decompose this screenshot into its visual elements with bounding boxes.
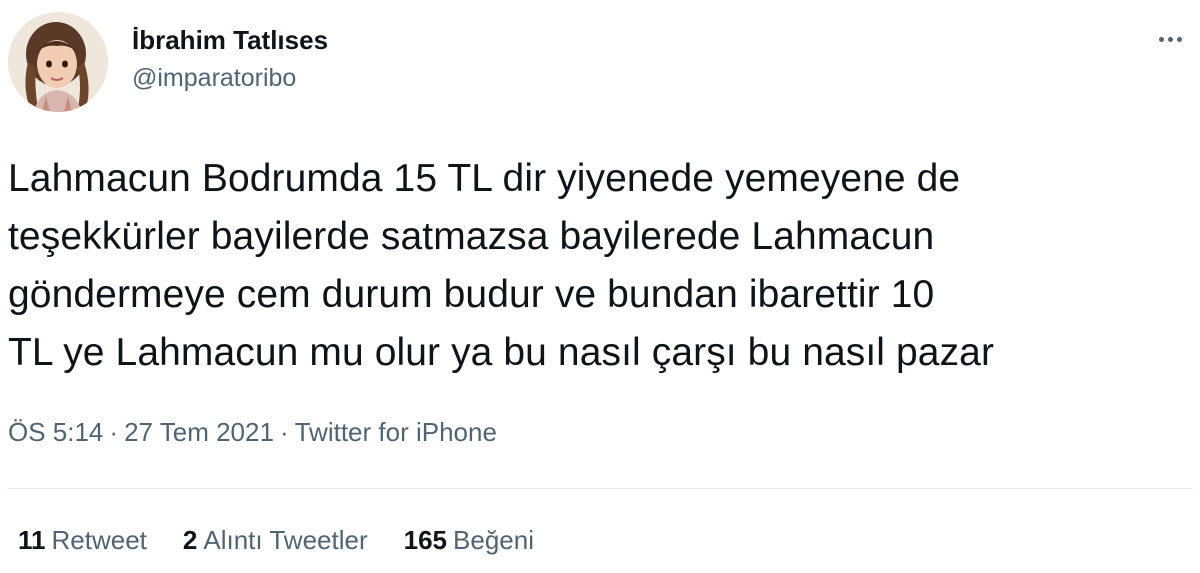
likes-label: Beğeni xyxy=(453,525,534,555)
tweet-date[interactable]: 27 Tem 2021 xyxy=(124,417,274,447)
meta-separator: · xyxy=(279,417,289,447)
more-horizontal-icon xyxy=(1176,36,1182,42)
more-horizontal-icon xyxy=(1158,36,1164,42)
tweet-metadata: ÖS 5:14 · 27 Tem 2021 · Twitter for iPhone xyxy=(8,414,497,450)
tweet-time[interactable]: ÖS 5:14 xyxy=(8,417,103,447)
divider xyxy=(8,488,1192,489)
quote-tweets-stat[interactable]: 2 Alıntı Tweetler xyxy=(183,522,368,558)
likes-stat[interactable]: 165 Beğeni xyxy=(404,522,534,558)
quote-tweets-count: 2 xyxy=(182,525,198,555)
retweets-stat[interactable]: 11 Retweet xyxy=(18,522,147,558)
quote-tweets-label: Alıntı Tweetler xyxy=(203,525,368,555)
tweet-card: İbrahim Tatlıses @imparatoribo Lahmacun … xyxy=(0,0,1200,573)
tweet-header: İbrahim Tatlıses @imparatoribo xyxy=(8,10,1192,114)
tweet-text: Lahmacun Bodrumda 15 TL dir yiyenede yem… xyxy=(8,157,995,374)
avatar[interactable] xyxy=(8,12,108,112)
more-options-button[interactable] xyxy=(1148,24,1192,54)
avatar-image xyxy=(8,12,108,112)
engagement-stats: 11 Retweet 2 Alıntı Tweetler 165 Beğeni xyxy=(18,522,534,558)
display-name[interactable]: İbrahim Tatlıses xyxy=(132,24,328,56)
retweets-count: 11 xyxy=(18,525,46,555)
likes-count: 165 xyxy=(403,525,448,555)
retweets-label: Retweet xyxy=(51,525,147,555)
more-horizontal-icon xyxy=(1167,36,1173,42)
tweet-source[interactable]: Twitter for iPhone xyxy=(295,417,497,447)
user-info: İbrahim Tatlıses @imparatoribo xyxy=(132,24,328,94)
user-handle[interactable]: @imparatoribo xyxy=(132,62,328,94)
meta-separator: · xyxy=(109,417,119,447)
